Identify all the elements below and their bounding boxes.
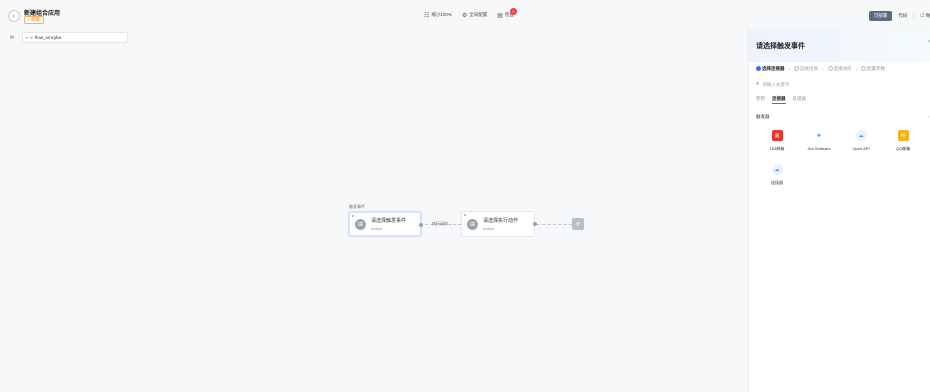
trigger-node-icon: ⊞ — [355, 218, 366, 230]
search-input[interactable]: ⌕ 请输入关键字 — [756, 81, 789, 88]
connector-label: 执行动作 — [432, 221, 448, 226]
connector-label: 连接器 — [771, 180, 783, 185]
open-api-icon: ☁ — [855, 130, 867, 141]
check-button[interactable]: ▤ 检查 0 — [497, 7, 517, 19]
save-button[interactable]: ☐ 保 — [920, 13, 930, 19]
top-center-toolbar: ☷ 缩小100% ⚙ 全局配置 ▤ 检查 0 — [424, 7, 517, 21]
save-label: 保 — [925, 13, 930, 18]
step-arrow-icon: › — [855, 66, 858, 72]
tab-used[interactable]: 使用 — [756, 96, 765, 104]
caret-down-icon: ▾ — [26, 35, 29, 40]
node-marker — [464, 214, 466, 216]
node-marker — [352, 215, 354, 217]
step-4: 配置参数 — [861, 66, 885, 72]
trigger-group-label: 触发事件 — [349, 204, 365, 209]
connector-label: QQ邮箱 — [895, 146, 911, 151]
grid-icon: ☷ — [424, 12, 430, 19]
tab-bar: 使用 连接器 处理器 — [756, 96, 806, 104]
connector-generic[interactable]: ☁ 连接器 — [756, 164, 798, 186]
list-icon: ▤ — [497, 12, 503, 19]
step-1-label: 选择连接器 — [762, 66, 785, 71]
qq-mail-icon: ✉ — [897, 130, 909, 141]
step-1: 选择连接器 — [756, 66, 785, 72]
tab-processors[interactable]: 处理器 — [793, 96, 807, 104]
panel-title: 请选择触发事件 — [756, 43, 805, 50]
connector-label: Jira Software — [807, 146, 831, 151]
step-circle-icon — [861, 66, 866, 72]
search-placeholder: 请输入关键字 — [762, 81, 790, 87]
divider — [913, 12, 915, 20]
step-progress: 选择连接器 › 选择连接 › 选择动作 › 配置参数 — [756, 66, 885, 72]
connector-jira[interactable]: ❖ Jira Software — [798, 130, 840, 152]
back-icon[interactable]: ‹ — [8, 10, 20, 22]
connector-icon: ☁ — [771, 164, 783, 175]
connector-line — [537, 224, 572, 225]
connector-grid: ▥ 163邮箱 ❖ Jira Software ☁ Open API ✉ QQ邮… — [756, 130, 926, 186]
connector-qq-mail[interactable]: ✉ QQ邮箱 — [882, 130, 924, 152]
trigger-node[interactable]: ⊞ 请选择触发事件 Action — [348, 211, 423, 237]
step-circle-icon — [794, 66, 799, 72]
trigger-node-title: 请选择触发事件 — [371, 218, 407, 224]
flow-name: flow_nmcyka — [35, 35, 62, 40]
connector-label: Open API — [852, 146, 870, 151]
action-node-text: 请选择执行动作 Action — [483, 217, 518, 231]
check-count-badge: 0 — [509, 7, 517, 15]
flow-selector[interactable]: ▾ ⟡ flow_nmcyka — [22, 32, 128, 43]
step-arrow-icon: › — [788, 66, 791, 72]
action-node-icon: ⊞ — [467, 218, 478, 230]
section-label: 触发器 — [756, 114, 770, 119]
zoom-label: 缩小100% — [431, 12, 452, 17]
connector-label: 163邮箱 — [769, 146, 785, 151]
connector-163-mail[interactable]: ▥ 163邮箱 — [756, 130, 798, 152]
connector-open-api[interactable]: ☁ Open API — [840, 130, 882, 152]
flow-icon: ⟡ — [30, 35, 33, 40]
step-check-icon — [756, 66, 761, 72]
step-circle-icon — [827, 66, 833, 72]
action-node-title: 请选择执行动作 — [483, 218, 519, 224]
step-4-label: 配置参数 — [867, 66, 885, 71]
step-2: 选择连接 — [794, 66, 818, 72]
tab-connectors[interactable]: 连接器 — [772, 96, 786, 104]
step-2-label: 选择连接 — [800, 66, 818, 71]
panel-header: 请选择触发事件 › — [749, 30, 930, 62]
action-node[interactable]: ⊞ 请选择执行动作 Action — [461, 211, 537, 237]
trigger-node-text: 请选择触发事件 Action — [371, 217, 406, 231]
deploy-button[interactable]: 可部署 — [868, 11, 893, 21]
trigger-output-port[interactable] — [419, 223, 423, 227]
step-3: 选择动作 — [827, 66, 852, 72]
step-3-label: 选择动作 — [833, 66, 852, 71]
collapse-icon[interactable]: ⊳ — [10, 34, 15, 41]
action-node-subtitle: Action — [483, 226, 495, 231]
step-arrow-icon: › — [822, 66, 824, 72]
trigger-node-subtitle: Action — [371, 226, 383, 231]
draft-status-badge: • 草稿 — [24, 16, 44, 24]
mail-163-icon: ▥ — [771, 130, 783, 141]
add-node-button[interactable]: + — [572, 218, 584, 230]
top-right-actions: 可部署 代码 ☐ 保 — [868, 11, 930, 21]
jira-icon: ❖ — [816, 132, 822, 139]
code-button[interactable]: 代码 — [898, 13, 907, 19]
search-icon: ⌕ — [756, 81, 760, 87]
trigger-select-panel: 请选择触发事件 › 选择连接器 › 选择连接 › 选择动作 › 配置参数 ⌕ 请… — [748, 30, 930, 392]
gear-icon: ⚙ — [461, 12, 468, 19]
global-config-label: 全局配置 — [469, 12, 488, 17]
global-config-button[interactable]: ⚙ 全局配置 — [462, 12, 487, 19]
top-bar: ‹ 新建组合应用 • 草稿 ☷ 缩小100% ⚙ 全局配置 ▤ 检查 0 可部署… — [0, 0, 930, 30]
zoom-button[interactable]: ☷ 缩小100% — [424, 12, 452, 19]
